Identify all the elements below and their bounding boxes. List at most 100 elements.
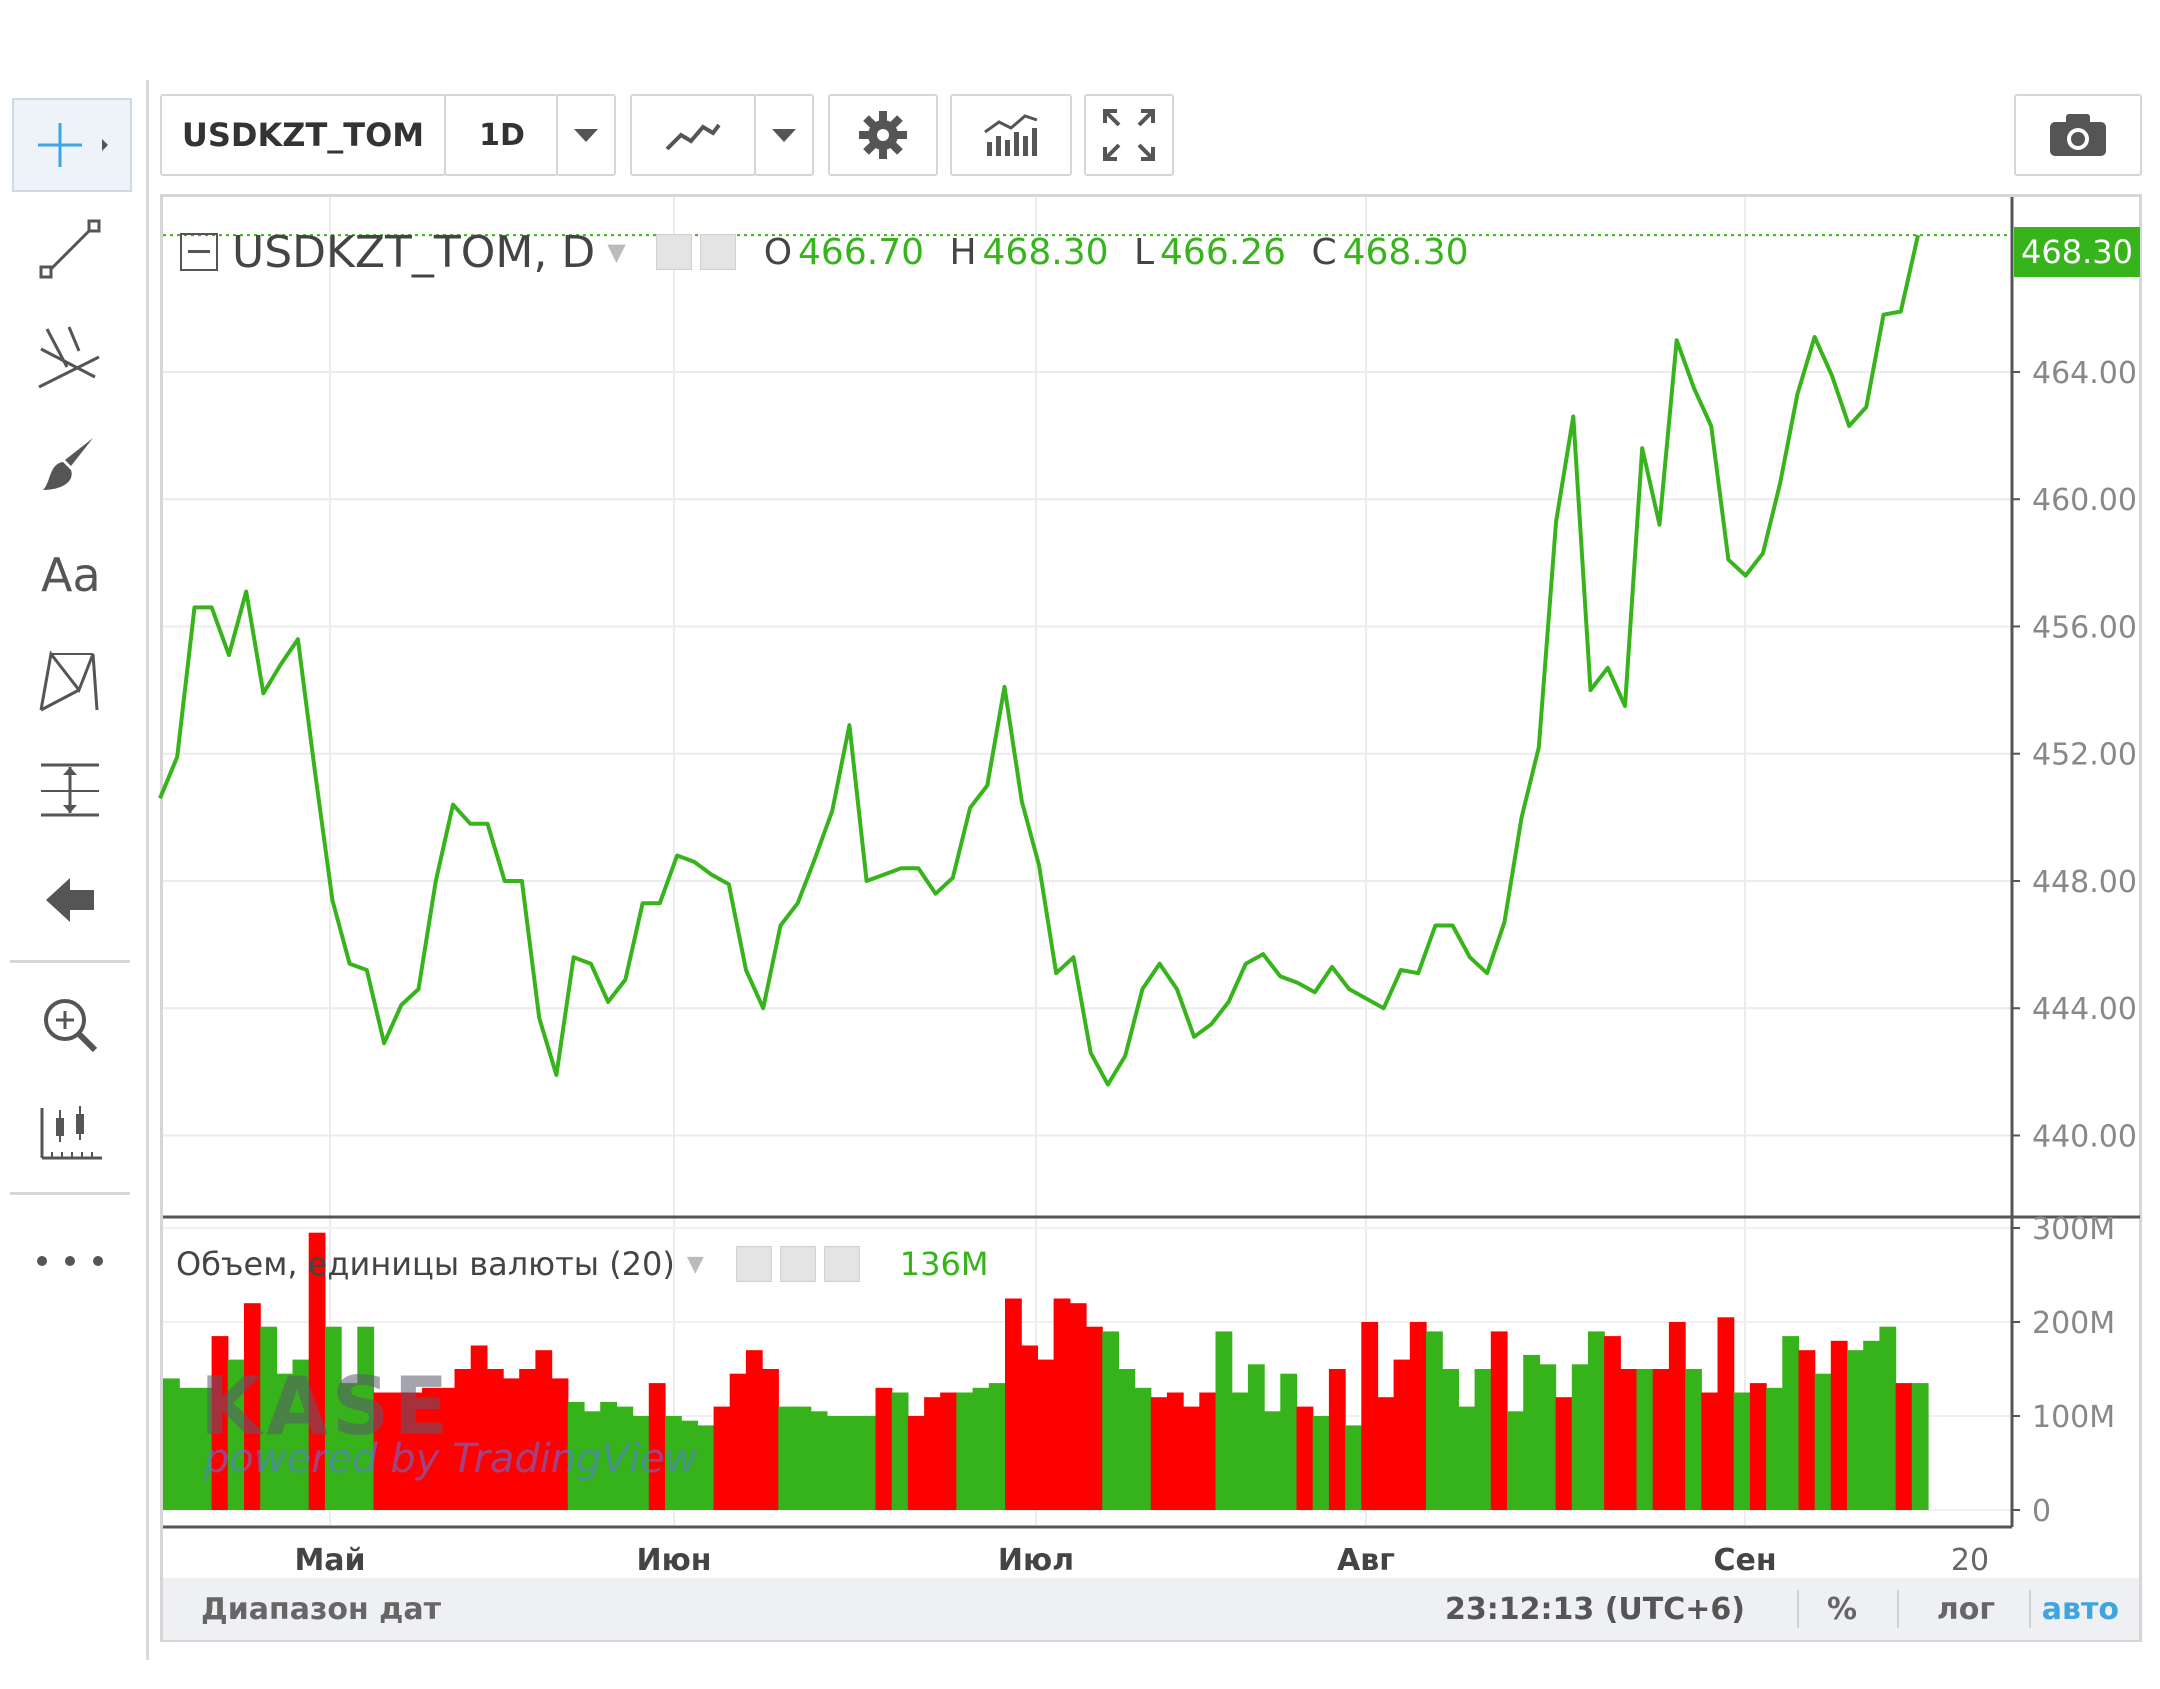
main-series-legend: USDKZT_TOM, D ▼ O 466.70 H 468.30 L 466.26 … (180, 224, 1469, 280)
volume-bar (1118, 1369, 1136, 1510)
volume-bar (875, 1387, 893, 1510)
volume-bar (1231, 1392, 1249, 1510)
volume-tick-label: 100M (2032, 1400, 2115, 1435)
volume-bar (1555, 1397, 1573, 1510)
volume-bar (163, 1378, 180, 1510)
time-tick-label: 20 (1951, 1543, 1989, 1578)
volume-bar (1733, 1392, 1751, 1510)
volume-bar (1086, 1326, 1103, 1510)
volume-bar (843, 1416, 860, 1510)
volume-bar (1361, 1322, 1379, 1510)
volume-bar (1766, 1387, 1783, 1510)
volume-bar (1426, 1331, 1443, 1510)
volume-visibility-icon[interactable] (735, 1246, 772, 1282)
price-tick-label: 440.00 (2032, 1119, 2137, 1154)
volume-bar (794, 1406, 812, 1510)
volume-bar (1863, 1340, 1880, 1510)
volume-bar (745, 1350, 763, 1510)
time-tick-label: Май (294, 1543, 365, 1578)
visibility-icon[interactable] (655, 234, 692, 270)
volume-tick-label: 300M (2032, 1212, 2115, 1247)
volume-bar (1328, 1369, 1346, 1510)
volume-bar (907, 1416, 925, 1510)
log-scale-button[interactable]: лог (1937, 1592, 1995, 1627)
percent-scale-button[interactable]: % (1827, 1592, 1857, 1627)
volume-bar (1102, 1331, 1119, 1510)
volume-bar (1507, 1411, 1524, 1510)
price-tick-label: 460.00 (2032, 483, 2137, 518)
volume-bar (179, 1387, 196, 1510)
volume-bar (762, 1369, 779, 1510)
close-value: 468.30 (1342, 231, 1469, 273)
time-tick-label: Авг (1337, 1543, 1395, 1578)
volume-bar (1442, 1369, 1459, 1510)
volume-bar (1069, 1303, 1087, 1510)
volume-bar (1021, 1345, 1038, 1510)
volume-bar (1749, 1383, 1767, 1510)
footer-divider (1897, 1590, 1899, 1628)
open-key: O (763, 231, 793, 273)
footer-divider (1797, 1590, 1799, 1628)
footer-divider (2029, 1590, 2031, 1628)
volume-bar (1166, 1392, 1184, 1510)
volume-bar (535, 1350, 553, 1510)
volume-legend: Объем, единицы валюты (20) ▼ 136M (176, 1240, 988, 1288)
time-tick-label: Июл (998, 1543, 1074, 1578)
volume-close-icon[interactable] (823, 1246, 860, 1282)
volume-bar (810, 1411, 828, 1510)
volume-bar (729, 1373, 747, 1510)
last-price-tag: 468.30 (2014, 227, 2140, 277)
ohlc-values: O 466.70 H 468.30 L 466.26 C 468.30 (750, 232, 1469, 273)
volume-bar (972, 1387, 990, 1510)
volume-bar (713, 1406, 731, 1510)
series-title: USDKZT_TOM, D (232, 226, 596, 278)
volume-bar (1393, 1359, 1411, 1510)
volume-bar (1474, 1369, 1492, 1510)
series-settings-icon[interactable] (699, 234, 736, 270)
volume-settings-icon[interactable] (779, 1246, 816, 1282)
volume-bar (1571, 1364, 1589, 1510)
low-key: L (1133, 231, 1155, 273)
price-tick-label: 456.00 (2032, 610, 2137, 645)
volume-bar (1296, 1406, 1314, 1510)
volume-bar (1539, 1364, 1557, 1510)
low-value: 466.26 (1160, 231, 1286, 273)
volume-bar (1490, 1331, 1508, 1510)
time-tick-label: Сен (1713, 1543, 1776, 1578)
close-key: C (1311, 231, 1337, 273)
collapse-icon[interactable] (180, 233, 218, 271)
volume-value: 136M (899, 1245, 989, 1283)
volume-title: Объем, единицы валюты (20) (176, 1245, 675, 1283)
volume-bar (1458, 1406, 1476, 1510)
price-tick-label: 444.00 (2032, 992, 2137, 1027)
price-tick-label: 448.00 (2032, 865, 2137, 900)
volume-bar (778, 1406, 796, 1510)
volume-bar (1005, 1298, 1022, 1510)
volume-bar (1717, 1317, 1735, 1510)
volume-bar (1701, 1392, 1719, 1510)
volume-bar (891, 1392, 909, 1510)
date-range-button[interactable]: Диапазон дат (201, 1592, 441, 1627)
volume-bar (956, 1392, 974, 1510)
volume-bar (1053, 1298, 1071, 1510)
volume-bar (1782, 1336, 1800, 1510)
volume-bar (1620, 1369, 1638, 1510)
legend-dropdown-icon[interactable]: ▼ (607, 238, 625, 266)
volume-bar (1847, 1350, 1864, 1510)
volume-bar (1668, 1322, 1686, 1510)
volume-bar (470, 1345, 488, 1510)
volume-bar (1911, 1383, 1929, 1510)
volume-bar (1150, 1397, 1168, 1510)
volume-bar (1636, 1369, 1654, 1510)
volume-bar (1523, 1354, 1540, 1510)
auto-scale-button[interactable]: авто (2042, 1592, 2119, 1627)
price-line (158, 234, 1920, 1087)
volume-dropdown-icon[interactable]: ▼ (687, 1252, 704, 1277)
volume-bar (1377, 1397, 1395, 1510)
volume-bar (1264, 1411, 1281, 1510)
chart-footer: Диапазон дат 23:12:13 (UTC+6) % лог авто (163, 1578, 2139, 1640)
volume-bar (1814, 1373, 1832, 1510)
volume-bar (1798, 1350, 1816, 1510)
volume-tick-label: 0 (2032, 1494, 2051, 1529)
volume-bar (940, 1392, 957, 1510)
